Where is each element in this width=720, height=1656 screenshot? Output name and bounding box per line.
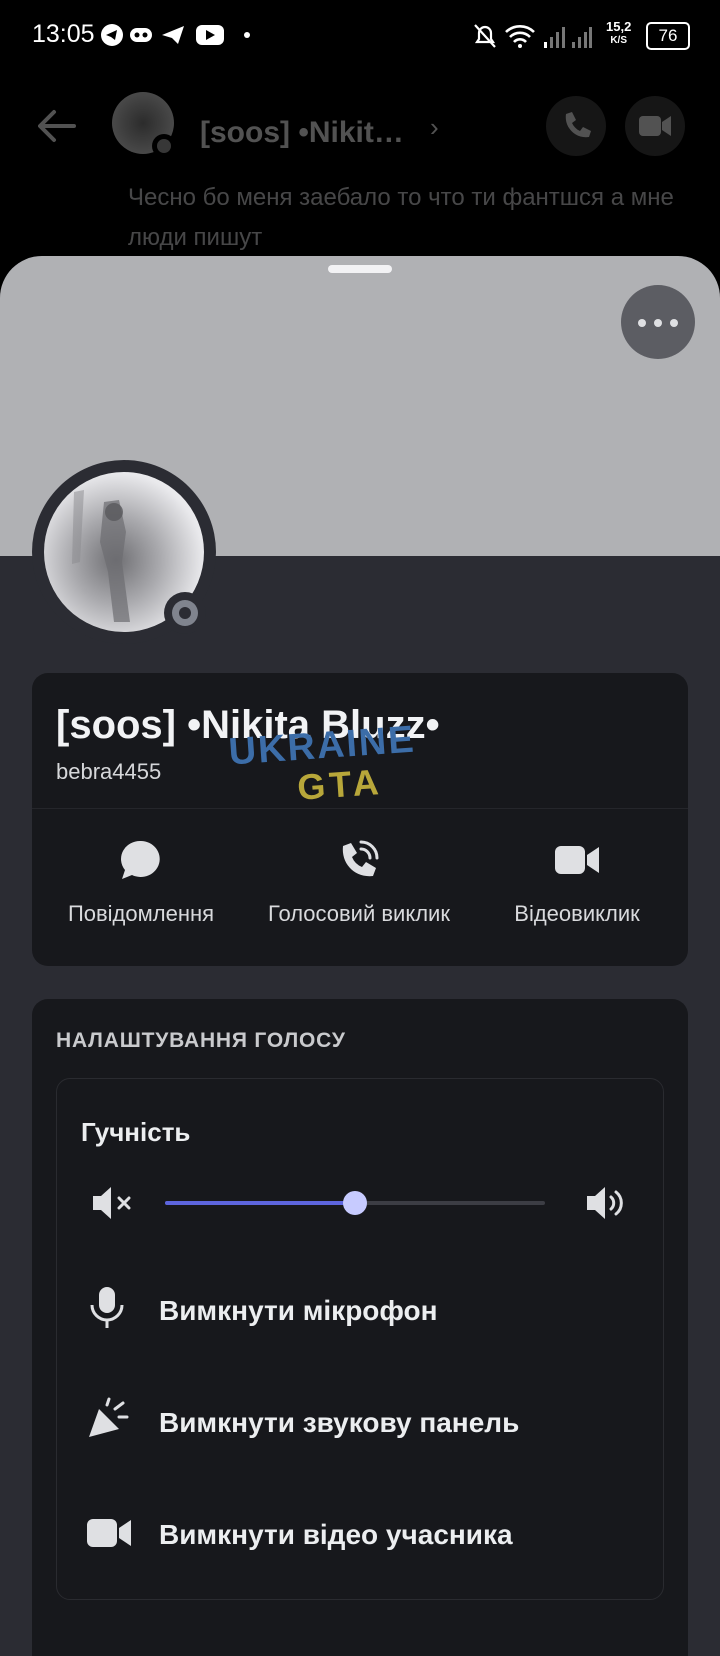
voice-settings-card: НАЛАШТУВАННЯ ГОЛОСУ Гучність Вимкнути мі… — [32, 999, 688, 1656]
volume-slider-fill — [165, 1201, 355, 1205]
system-status-icons — [474, 24, 592, 48]
message-bubble-icon — [121, 840, 160, 879]
soundboard-icon — [89, 1397, 129, 1437]
profile-card: [soos] •Nikita Bluzz• bebra4455 Повідомл… — [32, 673, 688, 966]
volume-slider[interactable] — [165, 1191, 545, 1215]
chevron-right-icon: › — [430, 112, 439, 142]
dot — [670, 319, 678, 327]
network-speed: 15,2 K/S — [606, 19, 632, 47]
mute-soundboard-option[interactable]: Вимкнути звукову панель — [81, 1393, 641, 1453]
status-bar: 13:05 15,2 K/S 76 — [0, 0, 720, 72]
phone-call-icon — [342, 840, 379, 877]
voice-call-header-button[interactable] — [546, 96, 606, 156]
notification-icons — [101, 24, 250, 46]
voice-settings-title: НАЛАШТУВАННЯ ГОЛОСУ — [56, 1029, 346, 1052]
disable-participant-video-label: Вимкнути відео учасника — [159, 1519, 513, 1550]
disable-participant-video-option[interactable]: Вимкнути відео учасника — [81, 1505, 641, 1565]
phone-icon — [565, 112, 591, 138]
video-camera-icon — [639, 116, 671, 136]
dot — [638, 319, 646, 327]
video-camera-icon — [87, 1519, 131, 1547]
chat-avatar-status — [152, 134, 176, 158]
more-options-button[interactable] — [621, 285, 695, 359]
voice-call-button-label: Голосовий виклик — [268, 901, 450, 926]
volume-mute-icon[interactable] — [91, 1183, 137, 1223]
mute-microphone-label: Вимкнути мікрофон — [159, 1295, 438, 1326]
video-call-button[interactable]: Відеовиклик — [468, 838, 686, 927]
microphone-icon — [90, 1287, 124, 1328]
chat-title[interactable]: [soos] •Nikit… — [200, 116, 404, 150]
chat-header: [soos] •Nikit… › Чесно бо меня заебало т… — [0, 72, 720, 262]
divider — [32, 808, 688, 809]
back-arrow-icon[interactable] — [36, 108, 76, 144]
mute-microphone-option[interactable]: Вимкнути мікрофон — [81, 1281, 641, 1341]
video-camera-icon — [555, 846, 599, 874]
dot — [654, 319, 662, 327]
offline-status-icon — [164, 592, 206, 634]
voice-call-button[interactable]: Голосовий виклик — [250, 838, 468, 927]
chat-message-preview: Чесно бо меня заебало то что ти фантшся … — [128, 184, 674, 251]
battery-indicator: 76 — [646, 22, 690, 50]
volume-max-icon[interactable] — [585, 1183, 631, 1223]
volume-label: Гучність — [81, 1117, 191, 1147]
message-button-label: Повідомлення — [67, 901, 215, 926]
username: bebra4455 — [56, 759, 162, 784]
profile-sheet: [soos] •Nikita Bluzz• bebra4455 Повідомл… — [0, 256, 720, 1656]
message-button[interactable]: Повідомлення — [32, 838, 250, 927]
voice-settings-panel: Гучність Вимкнути мікрофон Вимкнути звук… — [56, 1078, 664, 1600]
mute-soundboard-label: Вимкнути звукову панель — [159, 1407, 520, 1438]
status-time: 13:05 — [32, 20, 95, 48]
video-call-header-button[interactable] — [625, 96, 685, 156]
volume-slider-thumb[interactable] — [343, 1191, 367, 1215]
watermark-logo: UKRAINE GTA — [227, 718, 417, 808]
drag-handle[interactable] — [328, 265, 392, 273]
video-call-button-label: Відеовиклик — [514, 901, 640, 926]
